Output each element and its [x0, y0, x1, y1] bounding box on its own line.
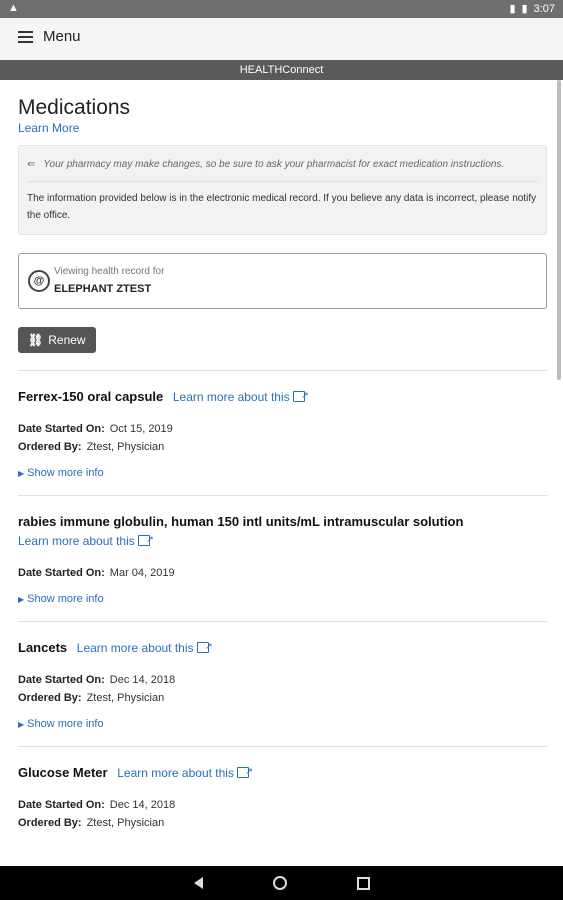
medication-name: Lancets	[18, 640, 68, 655]
brand-bar: HEALTHConnect	[0, 60, 563, 80]
link-icon: ⛓	[28, 333, 44, 347]
viewing-label: Viewing health record for	[54, 266, 165, 277]
ordered-by-value: Ztest, Physician	[86, 441, 165, 453]
date-started-value: Mar 04, 2019	[109, 567, 175, 579]
main-content[interactable]: Medications Learn More ⇚ Your pharmacy m…	[18, 80, 547, 866]
record-info-text: The information provided below is in the…	[27, 193, 537, 221]
learn-more-about-link[interactable]: Learn more about this	[18, 530, 154, 549]
ordered-by-value: Ztest, Physician	[86, 817, 165, 829]
date-started-label: Date Started On:	[18, 674, 105, 686]
ordered-by-label: Ordered By:	[18, 441, 82, 453]
warning-icon: ▲	[8, 2, 19, 14]
external-link-icon	[137, 530, 154, 549]
at-icon: @	[28, 270, 50, 292]
date-started-value: Dec 14, 2018	[109, 674, 176, 686]
medication-name: rabies immune globulin, human 150 intl u…	[18, 514, 464, 529]
show-more-info-link[interactable]: ▶ Show more info	[18, 593, 547, 605]
date-started-label: Date Started On:	[18, 567, 105, 579]
caret-right-icon: ▶	[18, 720, 25, 729]
medication-item: Ferrex-150 oral capsule Learn more about…	[18, 371, 547, 496]
caret-right-icon: ▶	[18, 469, 25, 478]
show-more-info-link[interactable]: ▶ Show more info	[18, 718, 547, 730]
learn-more-about-link[interactable]: Learn more about this	[117, 762, 253, 781]
medication-item: Glucose Meter Learn more about this Date…	[18, 747, 547, 847]
date-started-label: Date Started On:	[18, 423, 105, 435]
home-icon[interactable]	[272, 876, 287, 890]
learn-more-link[interactable]: Learn More	[18, 121, 547, 135]
date-started-value: Oct 15, 2019	[109, 423, 173, 435]
notice-panel: ⇚ Your pharmacy may make changes, so be …	[18, 145, 547, 235]
battery-icon: ▮	[521, 3, 528, 15]
show-more-info-link[interactable]: ▶ Show more info	[18, 467, 547, 479]
hamburger-icon	[18, 30, 33, 43]
pharmacy-tip: ⇚ Your pharmacy may make changes, so be …	[27, 156, 538, 182]
viewing-record-box: @ Viewing health record for ELEPHANT ZTE…	[18, 253, 547, 309]
system-nav-bar	[0, 866, 563, 900]
patient-name: ELEPHANT ZTEST	[54, 283, 152, 295]
page-title: Medications	[18, 96, 131, 119]
ordered-by-label: Ordered By:	[18, 692, 82, 704]
renew-button[interactable]: ⛓ Renew	[18, 327, 96, 353]
ordered-by-value: Ztest, Physician	[86, 692, 165, 704]
ordered-by-label: Ordered By:	[18, 817, 82, 829]
back-icon[interactable]	[193, 877, 203, 889]
external-link-icon	[292, 386, 309, 405]
medication-name: Glucose Meter	[18, 765, 108, 780]
learn-more-about-link[interactable]: Learn more about this	[77, 637, 213, 656]
signal-icon: ▮	[509, 3, 516, 15]
pharmacy-tip-text: Your pharmacy may make changes, so be su…	[43, 159, 505, 170]
external-link-icon	[196, 637, 213, 656]
caret-right-icon: ▶	[18, 595, 25, 604]
medication-name: Ferrex-150 oral capsule	[18, 389, 164, 404]
status-time: 3:07	[533, 2, 555, 15]
external-link-icon	[236, 762, 253, 781]
menu-label: Menu	[43, 28, 81, 45]
medication-item: Lancets Learn more about this Date Start…	[18, 622, 547, 747]
date-started-value: Dec 14, 2018	[109, 799, 176, 811]
recent-apps-icon[interactable]	[356, 876, 370, 890]
scrollbar[interactable]	[557, 80, 561, 380]
app-bar: Menu	[0, 18, 563, 61]
renew-label: Renew	[48, 333, 86, 347]
medication-item: rabies immune globulin, human 150 intl u…	[18, 496, 547, 622]
learn-more-about-link[interactable]: Learn more about this	[173, 386, 309, 405]
pharmacy-icon: ⇚	[27, 159, 36, 170]
date-started-label: Date Started On:	[18, 799, 105, 811]
menu-button[interactable]: Menu	[18, 28, 81, 45]
status-bar: ▲ ▮ ▮ 3:07	[0, 0, 563, 18]
